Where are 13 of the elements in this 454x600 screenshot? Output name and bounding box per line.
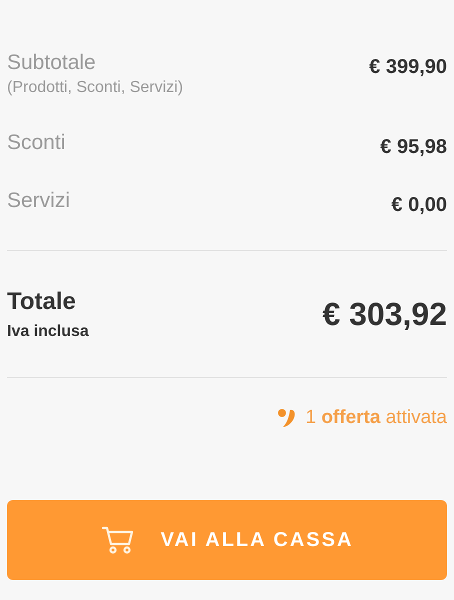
summary-label: Sconti — [7, 130, 66, 156]
summary-value: € 95,98 — [380, 135, 447, 160]
summary-label: Subtotale — [7, 50, 97, 76]
summary-value: € 399,90 — [369, 55, 447, 80]
total-value: € 303,92 — [322, 295, 447, 334]
cart-icon — [100, 524, 135, 554]
total-label: Totale — [7, 287, 77, 317]
summary-value: € 0,00 — [391, 193, 447, 218]
summary-label: Servizi — [7, 188, 70, 214]
summary-note: (Prodotti, Sconti, Servizi) — [7, 78, 184, 98]
total-note: Iva inclusa — [7, 322, 89, 342]
checkout-button[interactable]: VAI ALLA CASSA — [7, 500, 447, 580]
offer-text: 1 offerta attivata — [305, 406, 447, 430]
